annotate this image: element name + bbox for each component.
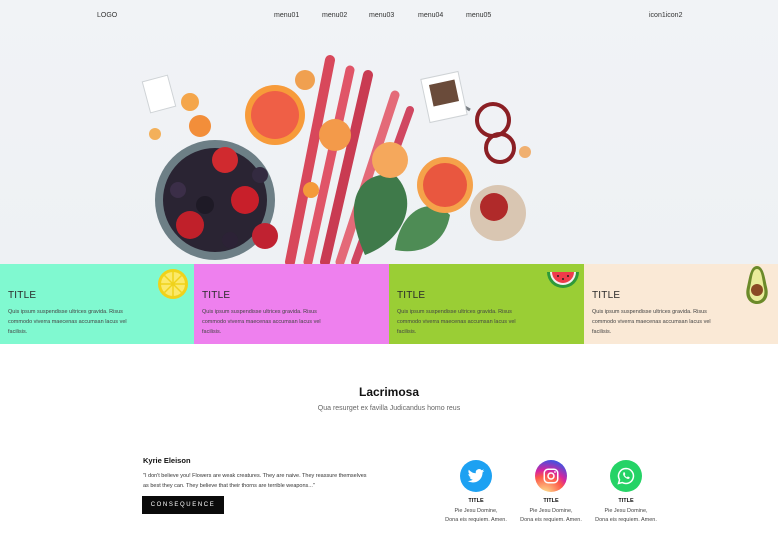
social-title: TITLE	[618, 498, 634, 504]
social-text-line2: Dona eis requiem. Amen.	[520, 517, 582, 523]
top-navigation: LOGO menu01 menu02 menu03 menu04 menu05 …	[0, 0, 778, 34]
social-text-line2: Dona eis requiem. Amen.	[445, 517, 507, 523]
menu-item-03[interactable]: menu03	[369, 12, 394, 19]
lemon-icon	[158, 269, 188, 299]
feature-card-3[interactable]: TITLE Quis ipsum suspendisse ultrices gr…	[389, 264, 584, 344]
menu-item-01[interactable]: menu01	[274, 12, 299, 19]
social-title: TITLE	[543, 498, 559, 504]
hero-banner: LOGO menu01 menu02 menu03 menu04 menu05 …	[0, 0, 778, 264]
avocado-icon	[746, 266, 768, 304]
feature-card-1[interactable]: TITLE Quis ipsum suspendisse ultrices gr…	[0, 264, 194, 344]
social-item-whatsapp[interactable]: TITLE Pie Jesu Domine, Dona eis requiem.…	[591, 460, 661, 525]
whatsapp-icon[interactable]	[610, 460, 642, 492]
social-text-line2: Dona eis requiem. Amen.	[595, 517, 657, 523]
twitter-icon[interactable]	[460, 460, 492, 492]
section-subtitle: Qua resurget ex favilla Judicandus homo …	[317, 405, 461, 412]
social-text-line1: Pie Jesu Domine,	[454, 508, 498, 514]
quote-text: "I don't believe you! Flowers are weak c…	[143, 473, 367, 489]
logo[interactable]: LOGO	[97, 12, 117, 19]
hero-food-illustration	[141, 55, 531, 264]
card-title: TITLE	[202, 290, 231, 301]
card-text: Quis ipsum suspendisse ultrices gravida.…	[8, 309, 127, 335]
menu-item-04[interactable]: menu04	[418, 12, 443, 19]
section-title: Lacrimosa	[358, 385, 420, 399]
card-text: Quis ipsum suspendisse ultrices gravida.…	[397, 309, 516, 335]
social-item-twitter[interactable]: TITLE Pie Jesu Domine, Dona eis requiem.…	[441, 460, 511, 525]
feature-card-4[interactable]: TITLE Quis ipsum suspendisse ultrices gr…	[584, 264, 778, 344]
menu-item-05[interactable]: menu05	[466, 12, 491, 19]
consequence-button[interactable]: CONSEQUENCE	[142, 496, 224, 514]
feature-cards: TITLE Quis ipsum suspendisse ultrices gr…	[0, 264, 778, 344]
social-item-instagram[interactable]: TITLE Pie Jesu Domine, Dona eis requiem.…	[516, 460, 586, 525]
social-title: TITLE	[468, 498, 484, 504]
watermelon-icon	[547, 272, 579, 288]
feature-card-2[interactable]: TITLE Quis ipsum suspendisse ultrices gr…	[194, 264, 389, 344]
social-text-line1: Pie Jesu Domine,	[604, 508, 648, 514]
card-text: Quis ipsum suspendisse ultrices gravida.…	[202, 309, 321, 335]
nav-icons[interactable]: icon1icon2	[649, 12, 682, 19]
menu-item-02[interactable]: menu02	[322, 12, 347, 19]
instagram-icon[interactable]	[535, 460, 567, 492]
card-text: Quis ipsum suspendisse ultrices gravida.…	[592, 309, 711, 335]
quote-title: Kyrie Eleison	[143, 456, 191, 465]
social-text-line1: Pie Jesu Domine,	[529, 508, 573, 514]
